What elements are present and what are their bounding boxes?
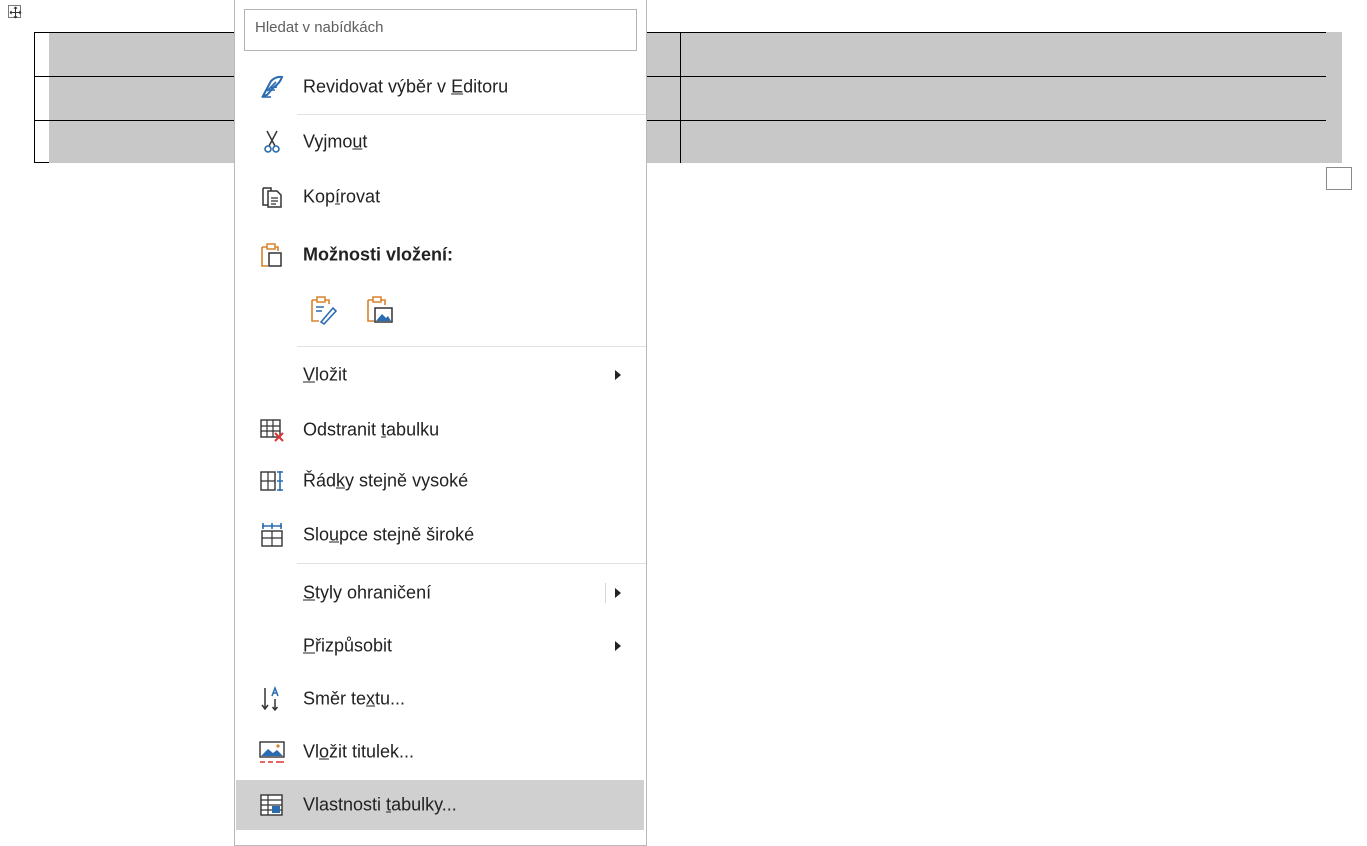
menu-separator	[297, 114, 646, 115]
split-divider	[605, 583, 606, 603]
menu-item-autofit[interactable]: Přizpůsobit	[236, 622, 644, 670]
menu-item-copy[interactable]: Kopírovat	[236, 173, 644, 221]
text-direction-icon	[258, 685, 286, 713]
menu-item-cut[interactable]: Vyjmout	[236, 118, 644, 166]
menu-separator	[297, 346, 646, 347]
menu-item-insert-caption[interactable]: Vložit titulek...	[236, 728, 644, 776]
distribute-rows-icon	[258, 467, 286, 495]
scissors-icon	[258, 128, 286, 156]
table-move-handle[interactable]	[8, 5, 22, 19]
menu-separator	[297, 563, 646, 564]
paste-picture-button[interactable]	[363, 292, 397, 328]
menu-item-border-styles[interactable]: Styly ohraničení	[236, 569, 644, 617]
menu-item-distribute-columns[interactable]: Sloupce stejně široké	[236, 511, 644, 559]
menu-item-insert[interactable]: Vložit	[236, 351, 644, 399]
table-cell[interactable]	[681, 77, 1326, 120]
row-end-selection	[1326, 32, 1342, 163]
table-row[interactable]	[35, 76, 1326, 120]
table-row[interactable]	[35, 120, 1326, 163]
menu-header-paste-options: Možnosti vložení:	[236, 231, 644, 279]
delete-table-icon	[258, 416, 286, 444]
table-resize-handle[interactable]	[1326, 167, 1352, 190]
chevron-right-icon	[615, 370, 621, 380]
document-table[interactable]	[34, 32, 1326, 163]
paste-keep-formatting-icon	[311, 296, 338, 326]
table-row[interactable]	[35, 33, 1326, 76]
paste-keep-formatting-button[interactable]	[307, 292, 341, 328]
copy-icon	[258, 183, 286, 211]
chevron-right-icon	[615, 641, 621, 651]
distribute-columns-icon	[258, 521, 286, 549]
context-menu: Hledat v nabídkách Revidovat výběr v Edi…	[234, 0, 647, 846]
insert-caption-icon	[258, 738, 286, 766]
chevron-right-icon	[615, 588, 621, 598]
move-icon	[9, 6, 22, 19]
menu-item-table-properties[interactable]: Vlastnosti tabulky...	[236, 780, 644, 830]
editor-pen-icon	[258, 73, 286, 101]
table-properties-icon	[258, 791, 286, 819]
clipboard-icon	[258, 241, 286, 269]
menu-item-distribute-rows[interactable]: Řádky stejně vysoké	[236, 457, 644, 505]
table-cell[interactable]	[681, 121, 1326, 163]
paste-picture-icon	[367, 296, 393, 323]
menu-item-editor-review[interactable]: Revidovat výběr v Editoru	[236, 63, 644, 111]
table-cell[interactable]	[681, 33, 1326, 76]
menu-item-text-direction[interactable]: Směr textu...	[236, 675, 644, 723]
menu-item-delete-table[interactable]: Odstranit tabulku	[236, 406, 644, 454]
search-input[interactable]: Hledat v nabídkách	[244, 9, 637, 51]
